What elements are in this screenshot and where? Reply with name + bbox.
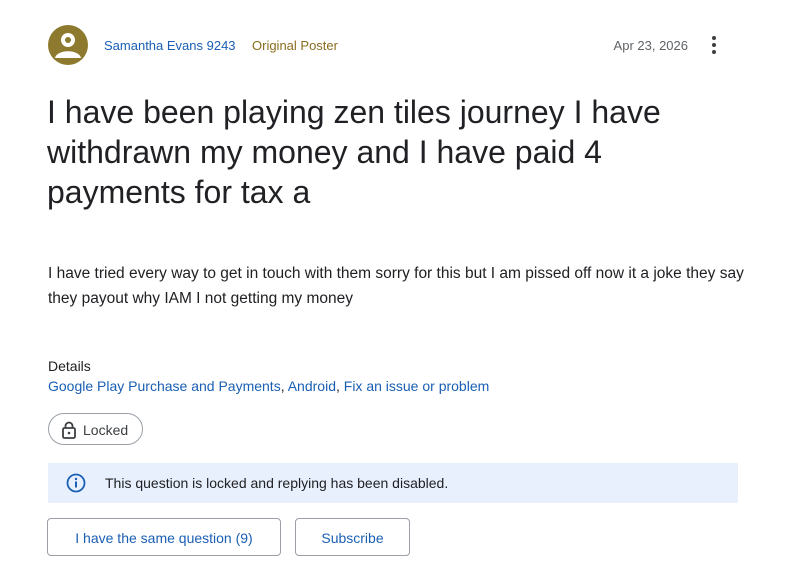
author-name[interactable]: Samantha Evans 9243	[104, 38, 236, 53]
lock-icon	[62, 421, 76, 439]
details-link-google-play[interactable]: Google Play Purchase and Payments	[48, 378, 281, 394]
details-link-fix-issue[interactable]: Fix an issue or problem	[344, 378, 490, 394]
details-link-android[interactable]: Android	[288, 378, 336, 394]
person-icon	[55, 33, 81, 58]
details-separator: ,	[280, 378, 288, 394]
details-links: Google Play Purchase and Payments, Andro…	[48, 378, 489, 394]
post-header: Samantha Evans 9243 Original Poster Apr …	[48, 25, 738, 65]
info-icon	[66, 473, 86, 493]
question-title: I have been playing zen tiles journey I …	[47, 94, 661, 210]
locked-chip-label: Locked	[83, 422, 129, 438]
question-body: I have tried every way to get in touch w…	[48, 265, 744, 307]
more-vert-icon[interactable]	[708, 33, 720, 57]
post-date: Apr 23, 2026	[613, 38, 688, 53]
subscribe-button[interactable]: Subscribe	[295, 518, 410, 556]
avatar[interactable]	[48, 25, 88, 65]
original-poster-badge: Original Poster	[252, 38, 338, 53]
details-label: Details	[48, 358, 91, 374]
locked-info-banner: This question is locked and replying has…	[48, 463, 738, 503]
locked-chip: Locked	[48, 413, 143, 445]
same-question-button[interactable]: I have the same question (9)	[47, 518, 281, 556]
locked-banner-text: This question is locked and replying has…	[105, 475, 449, 491]
details-separator: ,	[335, 378, 344, 394]
